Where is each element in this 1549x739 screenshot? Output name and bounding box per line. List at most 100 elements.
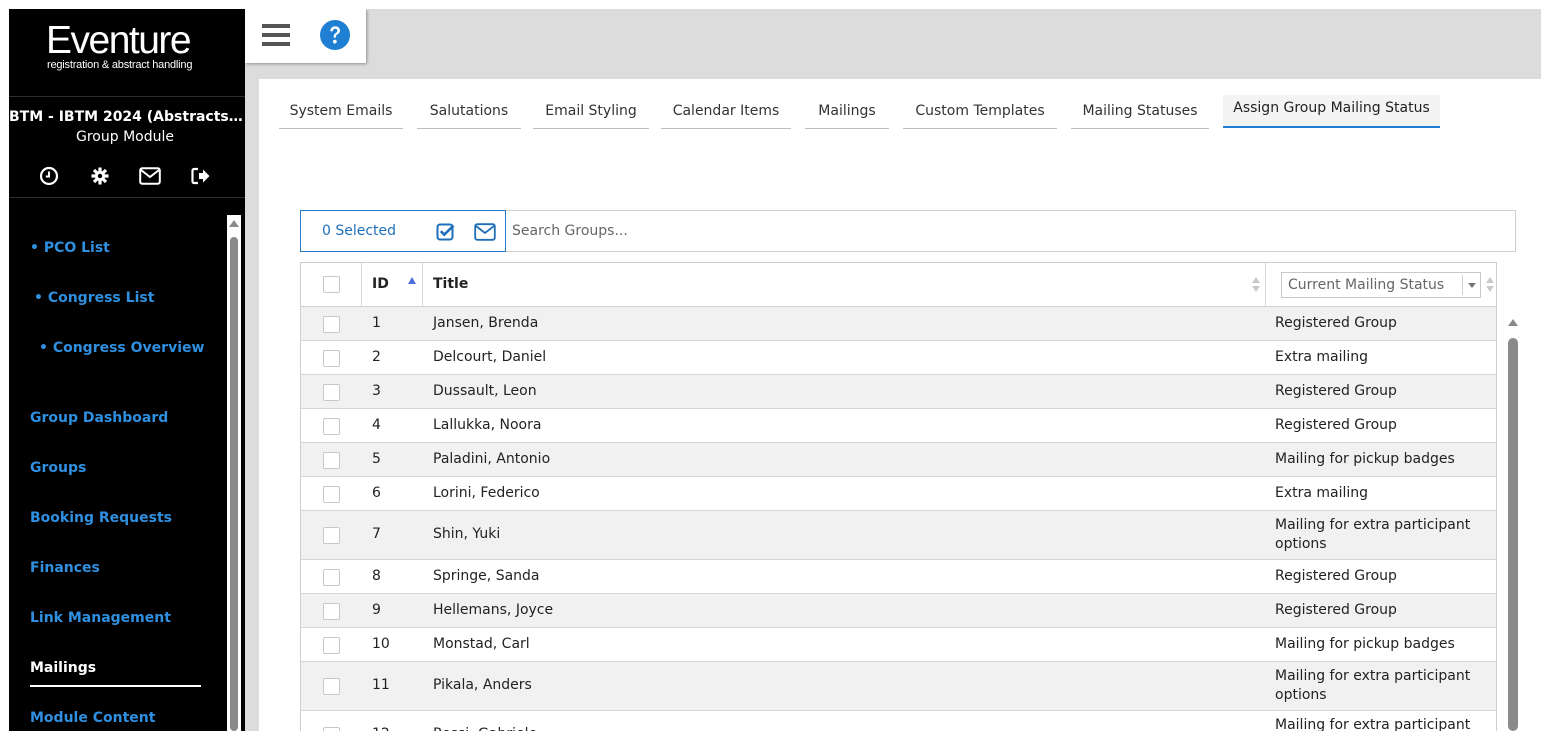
sidebar-item-groups[interactable]: Groups bbox=[30, 460, 86, 476]
table-row[interactable]: 9 Hellemans, Joyce Registered Group bbox=[301, 594, 1496, 628]
sidebar-item-finances[interactable]: Finances bbox=[30, 560, 100, 576]
row-id: 3 bbox=[372, 382, 381, 399]
selection-toolbar: 0 Selected bbox=[300, 210, 506, 252]
tab-salutations[interactable]: Salutations bbox=[417, 99, 521, 129]
main-panel: System Emails Salutations Email Styling … bbox=[259, 79, 1541, 731]
column-header-id[interactable]: ID bbox=[372, 276, 389, 292]
check-square-icon[interactable] bbox=[436, 222, 456, 242]
column-header-title[interactable]: Title bbox=[433, 276, 468, 292]
row-id: 12 bbox=[372, 725, 390, 731]
row-checkbox[interactable] bbox=[323, 568, 340, 586]
row-mailing-status: Mailing for extra participant options bbox=[1275, 668, 1471, 703]
table-row[interactable]: 11 Pikala, Anders Mailing for extra partic… bbox=[301, 662, 1496, 711]
row-checkbox[interactable] bbox=[323, 602, 340, 620]
row-mailing-status: Mailing for extra participant options bbox=[1275, 517, 1471, 552]
active-nav-underline bbox=[30, 685, 201, 687]
search-input[interactable] bbox=[506, 210, 1516, 252]
row-title: Hellemans, Joyce bbox=[433, 601, 554, 618]
sidebar-icon-row bbox=[9, 165, 245, 187]
sidebar-item-link-management[interactable]: Link Management bbox=[30, 610, 171, 626]
sort-icon[interactable] bbox=[1252, 277, 1260, 293]
row-title: Jansen, Brenda bbox=[433, 314, 539, 331]
row-title: Lallukka, Noora bbox=[433, 416, 542, 433]
clock-icon[interactable] bbox=[38, 165, 60, 187]
scroll-up-arrow-icon[interactable] bbox=[229, 220, 239, 227]
selected-count: 0 Selected bbox=[322, 223, 397, 239]
select-all-checkbox[interactable] bbox=[323, 276, 340, 293]
table-row[interactable]: 5 Paladini, Antonio Mailing for pickup bad… bbox=[301, 443, 1496, 477]
table-row[interactable]: 12 Rossi, Gabriele Mailing for extra parti… bbox=[301, 711, 1496, 731]
row-checkbox[interactable] bbox=[323, 636, 340, 654]
app-window: Eventure registration & abstract handlin… bbox=[9, 9, 1541, 731]
sidebar-item-congress-list[interactable]: • Congress List bbox=[34, 290, 154, 306]
logout-icon[interactable] bbox=[190, 165, 212, 187]
table-row[interactable]: 10 Monstad, Carl Mailing for pickup badges bbox=[301, 628, 1496, 662]
envelope-icon[interactable] bbox=[474, 223, 496, 241]
tab-mailings[interactable]: Mailings bbox=[805, 99, 889, 129]
table-row[interactable]: 3 Dussault, Leon Registered Group bbox=[301, 375, 1496, 409]
sidebar-item-mailings[interactable]: Mailings bbox=[30, 660, 96, 676]
row-checkbox[interactable] bbox=[323, 678, 340, 695]
sidebar-separator bbox=[9, 197, 245, 198]
chevron-down-icon bbox=[1468, 283, 1476, 288]
envelope-icon[interactable] bbox=[139, 165, 161, 187]
tab-mailing-statuses[interactable]: Mailing Statuses bbox=[1071, 99, 1209, 129]
hamburger-icon[interactable] bbox=[262, 22, 290, 48]
row-id: 4 bbox=[372, 416, 381, 433]
sort-ascending-icon[interactable] bbox=[408, 277, 416, 284]
module-name: Group Module bbox=[76, 129, 174, 145]
table-row[interactable]: 1 Jansen, Brenda Registered Group bbox=[301, 307, 1496, 341]
row-checkbox[interactable] bbox=[323, 383, 340, 401]
row-mailing-status: Registered Group bbox=[1275, 601, 1397, 618]
row-id: 5 bbox=[372, 450, 381, 467]
row-checkbox[interactable] bbox=[323, 417, 340, 435]
row-title: Rossi, Gabriele bbox=[433, 725, 537, 731]
logo-tagline: registration & abstract handling bbox=[47, 59, 193, 71]
sidebar-item-pco-list[interactable]: • PCO List bbox=[30, 240, 110, 256]
row-id: 9 bbox=[372, 601, 381, 618]
tab-calendar-items[interactable]: Calendar Items bbox=[661, 99, 791, 129]
help-icon[interactable] bbox=[319, 19, 351, 51]
row-id: 7 bbox=[372, 526, 381, 542]
mailing-status-filter-label: Current Mailing Status bbox=[1288, 277, 1445, 293]
row-id: 2 bbox=[372, 348, 381, 365]
sidebar-item-group-dashboard[interactable]: Group Dashboard bbox=[30, 410, 168, 426]
scroll-up-arrow-icon[interactable] bbox=[1508, 319, 1518, 326]
row-mailing-status: Registered Group bbox=[1275, 416, 1397, 433]
sidebar-item-module-content[interactable]: Module Content bbox=[30, 710, 155, 726]
row-checkbox[interactable] bbox=[323, 349, 340, 367]
table-row[interactable]: 4 Lallukka, Noora Registered Group bbox=[301, 409, 1496, 443]
gear-icon[interactable] bbox=[89, 165, 111, 187]
row-checkbox[interactable] bbox=[323, 527, 340, 544]
row-mailing-status: Mailing for pickup badges bbox=[1275, 635, 1455, 652]
row-checkbox[interactable] bbox=[323, 451, 340, 469]
logo-area: Eventure registration & abstract handlin… bbox=[9, 9, 245, 97]
table-header: ID Title Current Mailing Status bbox=[301, 262, 1496, 307]
row-title: Shin, Yuki bbox=[433, 526, 501, 542]
tab-system-emails[interactable]: System Emails bbox=[279, 99, 403, 129]
tab-email-styling[interactable]: Email Styling bbox=[533, 99, 649, 129]
row-mailing-status: Registered Group bbox=[1275, 567, 1397, 584]
row-id: 11 bbox=[372, 677, 390, 693]
table-row[interactable]: 8 Springe, Sanda Registered Group bbox=[301, 560, 1496, 594]
sidebar-nav: • PCO List • Congress List • Congress Ov… bbox=[9, 215, 227, 731]
tab-assign-group-mailing-status[interactable]: Assign Group Mailing Status bbox=[1223, 95, 1440, 128]
row-mailing-status: Extra mailing bbox=[1275, 348, 1369, 365]
sort-icon[interactable] bbox=[1486, 277, 1494, 293]
table-scrollbar[interactable] bbox=[1507, 319, 1519, 731]
row-checkbox[interactable] bbox=[323, 485, 340, 503]
table-row[interactable]: 6 Lorini, Federico Extra mailing bbox=[301, 477, 1496, 511]
sidebar-scroll-thumb[interactable] bbox=[230, 237, 238, 731]
row-title: Paladini, Antonio bbox=[433, 450, 551, 467]
table-row[interactable]: 2 Delcourt, Daniel Extra mailing bbox=[301, 341, 1496, 375]
row-checkbox[interactable] bbox=[323, 727, 340, 731]
sidebar-scrollbar[interactable] bbox=[227, 215, 241, 731]
table-row[interactable]: 7 Shin, Yuki Mailing for extra participant… bbox=[301, 511, 1496, 560]
top-toolbar bbox=[245, 9, 366, 63]
tab-custom-templates[interactable]: Custom Templates bbox=[903, 99, 1057, 129]
sidebar-item-congress-overview[interactable]: • Congress Overview bbox=[39, 340, 204, 356]
sidebar-item-booking-requests[interactable]: Booking Requests bbox=[30, 510, 172, 526]
mailing-status-filter[interactable]: Current Mailing Status bbox=[1281, 272, 1481, 298]
table-scroll-thumb[interactable] bbox=[1508, 338, 1518, 731]
row-checkbox[interactable] bbox=[323, 315, 340, 333]
